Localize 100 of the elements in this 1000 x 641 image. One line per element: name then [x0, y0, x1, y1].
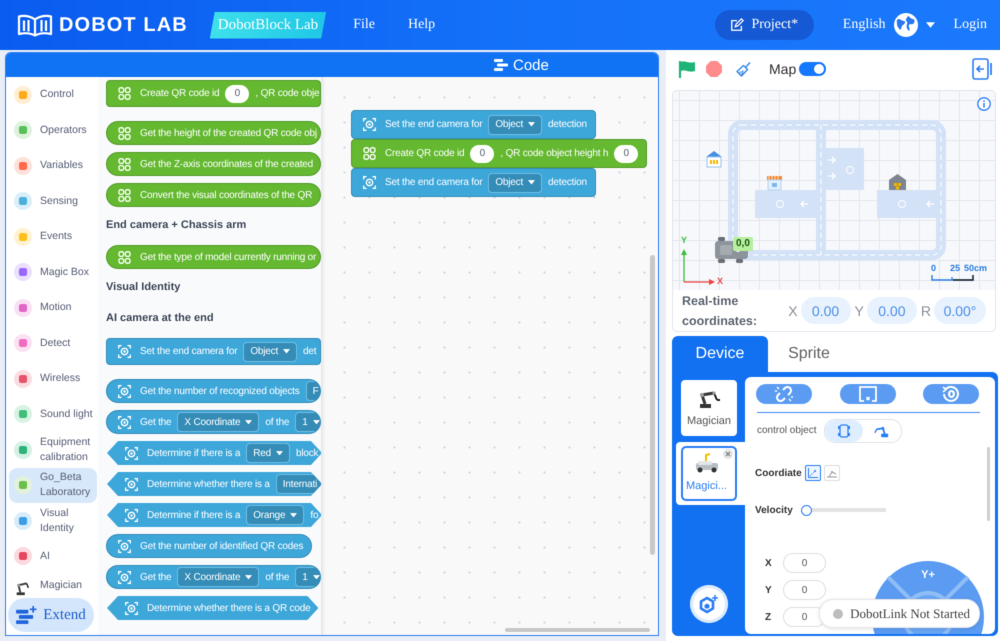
code-block[interactable]: Get the number of recognized objects F	[106, 379, 321, 403]
code-block[interactable]: Set the end camera for Object detection	[351, 110, 596, 139]
category-item[interactable]: Control	[9, 77, 97, 112]
logo-text: DOBOT LAB	[59, 13, 188, 37]
panel-collapse-icon[interactable]	[972, 58, 993, 80]
coordinate-axis-label: R	[920, 302, 931, 318]
block-dropdown[interactable]: 1	[295, 412, 320, 432]
device-card[interactable]: Magician	[681, 380, 737, 436]
language-selector[interactable]: English	[842, 13, 935, 37]
rotate-icon	[941, 385, 961, 403]
block-dropdown[interactable]: Object	[243, 342, 298, 362]
code-block[interactable]: Determine whether there is a Internati	[107, 472, 321, 496]
robot-car-icon	[694, 453, 720, 473]
number-input[interactable]: 0	[470, 144, 494, 162]
code-block[interactable]: Create QR code id 0 , QR code object height h 0	[351, 139, 648, 168]
brush-icon[interactable]	[736, 61, 752, 77]
login-link[interactable]: Login	[954, 17, 987, 33]
category-item[interactable]: Wireless	[9, 361, 97, 396]
y-axis-arrow	[681, 249, 687, 282]
category-item[interactable]: Equipment calibration	[9, 432, 97, 468]
axis-label: Y	[681, 235, 688, 245]
section-heading: AI camera at the end	[106, 311, 214, 326]
chain-link-icon	[774, 385, 794, 403]
caret-icon	[926, 22, 935, 28]
blocks-icon	[494, 59, 508, 71]
block-dropdown[interactable]: X Coordinate	[177, 567, 260, 587]
code-title: Code	[513, 56, 549, 74]
code-block[interactable]: Get the type of model currently running or	[106, 245, 321, 269]
code-block[interactable]: Get the Z-axis coordinates of the created	[106, 152, 321, 176]
close-icon[interactable]	[723, 449, 733, 459]
axis-value-field[interactable]: 0	[783, 553, 826, 573]
device-card[interactable]: Magici...	[676, 442, 745, 505]
menu-item[interactable]: Help	[408, 17, 436, 33]
block-dropdown[interactable]: Orange	[246, 505, 304, 525]
code-block[interactable]: Determine if there is a Red block	[107, 441, 321, 465]
panel-tab[interactable]: Device	[672, 336, 768, 372]
block-dropdown[interactable]: Internati	[276, 474, 321, 494]
caret-icon	[528, 180, 536, 185]
category-item[interactable]: Go_Beta Laboratory	[9, 468, 97, 503]
stop-icon[interactable]	[706, 61, 722, 77]
code-block[interactable]: Get the X Coordinate of the 1	[106, 410, 321, 434]
category-item[interactable]: AI	[9, 538, 97, 574]
scan-target-icon	[118, 345, 131, 358]
add-device-button[interactable]	[690, 585, 728, 623]
code-block[interactable]: Create QR code id 0 , QR code obje	[106, 80, 321, 107]
control-object-option[interactable]	[825, 420, 864, 442]
number-input[interactable]: 0	[614, 144, 638, 162]
slider-thumb[interactable]	[800, 504, 812, 516]
block-dropdown[interactable]: X Coordinate	[177, 412, 260, 432]
category-item[interactable]: Visual Identity	[9, 503, 97, 538]
reset-button[interactable]	[923, 384, 979, 404]
panel-tab[interactable]: Sprite	[768, 336, 850, 372]
scrollbar[interactable]	[505, 628, 650, 632]
extend-button[interactable]: Extend	[8, 598, 94, 632]
chassis-icon	[836, 422, 852, 438]
block-dropdown[interactable]: Object	[488, 114, 542, 134]
category-item[interactable]: Sensing	[9, 184, 97, 219]
coordinate-label: Coordiate	[755, 468, 802, 478]
category-item[interactable]: Magician	[9, 574, 97, 598]
block-dropdown[interactable]: Red	[246, 443, 290, 463]
category-item[interactable]: Sound light	[9, 396, 97, 432]
caret-icon	[283, 349, 290, 354]
code-block[interactable]: Get the number of identified QR codes	[106, 534, 312, 558]
info-icon[interactable]	[977, 97, 991, 111]
four-squares-icon	[118, 126, 131, 140]
category-item[interactable]: Events	[9, 219, 97, 254]
scale-label: 25	[950, 263, 960, 273]
screen-button[interactable]	[840, 384, 896, 404]
number-input[interactable]: 0	[225, 84, 250, 102]
velocity-label: Velocity	[755, 504, 793, 516]
scan-target-icon	[118, 540, 131, 552]
axis-label: X	[765, 558, 773, 568]
category-item[interactable]: Operators	[9, 112, 97, 148]
axis-value-field[interactable]: 0	[783, 580, 826, 600]
status-dot-icon	[833, 608, 844, 618]
scrollbar[interactable]	[650, 255, 655, 555]
code-block[interactable]: Set the end camera for Object detection	[351, 168, 596, 197]
flag-icon[interactable]	[678, 60, 696, 78]
axis-label: Y	[765, 584, 773, 596]
category-item[interactable]: Detect	[9, 326, 97, 361]
coordinate-mode-button[interactable]	[804, 465, 821, 481]
code-block[interactable]: Get the X Coordinate of the 1	[106, 565, 321, 589]
code-block[interactable]: Determine whether there is a QR code	[107, 596, 318, 620]
menu-item[interactable]: File	[353, 17, 375, 33]
map-toggle[interactable]	[799, 62, 826, 76]
scan-target-icon	[363, 118, 376, 131]
project-button[interactable]: Project*	[714, 10, 814, 40]
category-item[interactable]: Magic Box	[9, 254, 97, 290]
category-item[interactable]: Motion	[9, 290, 97, 326]
category-item[interactable]: Variables	[9, 148, 97, 184]
code-block[interactable]: Get the height of the created QR code obj	[106, 121, 321, 145]
block-dropdown[interactable]: 1	[295, 567, 320, 587]
scrollbar[interactable]	[987, 447, 990, 521]
coordinate-axis-label: X	[788, 302, 798, 318]
code-block[interactable]: Convert the visual coordinates of the QR	[106, 183, 321, 207]
connect-button[interactable]	[756, 384, 812, 404]
code-block[interactable]: Determine if there is a Orange fo	[107, 503, 321, 527]
block-dropdown[interactable]: F	[306, 381, 320, 401]
block-dropdown[interactable]: Object	[488, 172, 542, 192]
code-block[interactable]: Set the end camera for Object det	[106, 338, 321, 365]
